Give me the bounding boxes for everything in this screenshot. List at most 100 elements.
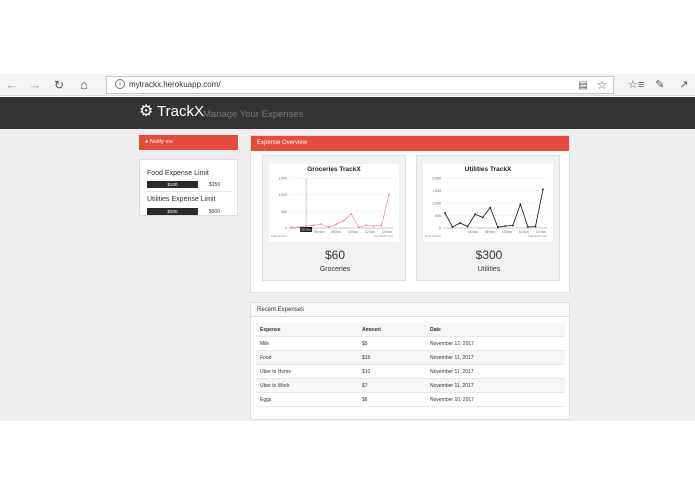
row-amount: $15 <box>362 355 371 361</box>
brand-name[interactable]: TrackX <box>157 103 204 121</box>
chart-footer-left: Final Version <box>271 234 288 238</box>
x-tick-label: 08 Nov <box>485 230 496 234</box>
data-point <box>489 206 492 209</box>
utilities-chart: 05001,0001,5002,00006 Nov 08 Nov 10 Nov 12 … <box>425 177 548 239</box>
data-point <box>312 224 315 227</box>
utilities-limit-bar: $200 <box>147 208 198 215</box>
x-tick-label: 08 Nov <box>331 230 342 234</box>
data-point <box>350 213 353 215</box>
groceries-label: Groceries <box>319 266 351 273</box>
chart-footer-left: Final Version <box>425 234 442 238</box>
food-limit-bar: $100 <box>147 181 198 188</box>
table-row[interactable]: Uber to Work $7 November 11, 2017 <box>256 379 565 393</box>
data-point <box>527 226 529 228</box>
data-point <box>481 216 484 219</box>
groceries-panel: Groceries TrackX 0 500 1,000 1,500 06 Nov 08 … <box>262 155 406 281</box>
x-tick-label: 10 Nov <box>348 230 359 234</box>
column-header-expense[interactable]: Expense <box>260 323 281 337</box>
expense-limits-card: Food Expense Limit $100 $150 Utilities E… <box>139 159 238 216</box>
brand-tagline: Manage Your Expenses <box>203 109 304 120</box>
row-amount: $6 <box>362 397 368 403</box>
forward-arrow-icon[interactable]: → <box>27 77 43 93</box>
food-limit-max: $150 <box>209 182 221 188</box>
row-expense: Food <box>260 355 272 361</box>
data-point <box>519 203 522 206</box>
data-point <box>388 193 390 196</box>
address-bar[interactable]: i mytrackx.herokuapp.com/ ▤ ☆ <box>106 76 614 94</box>
data-point <box>357 226 360 229</box>
column-header-amount[interactable]: Amount <box>362 323 381 337</box>
groceries-chart-box: Groceries TrackX 0 500 1,000 1,500 06 Nov 08 … <box>269 164 399 242</box>
favorites-hub-icon[interactable]: ☆≡ <box>628 77 644 93</box>
data-point <box>534 225 537 228</box>
overview-title: Expense Overview <box>251 136 569 151</box>
recent-expenses-card: Recent Expenses Expense Amount Date Milk… <box>250 302 570 420</box>
table-row[interactable]: Food $15 November 11, 2017 <box>256 351 565 365</box>
data-point <box>373 225 375 227</box>
y-tick-label: 1,000 <box>278 193 287 197</box>
row-date: November 11, 2017 <box>430 355 474 361</box>
row-expense: Uber to Work <box>260 383 290 389</box>
star-icon[interactable]: ☆ <box>594 77 610 93</box>
y-tick-label: 1,000 <box>432 202 441 206</box>
refresh-icon[interactable]: ↻ <box>51 77 67 93</box>
alert-icon: ● <box>145 139 149 145</box>
utilities-limit-label: Utilities Expense Limit <box>147 196 216 203</box>
data-point <box>380 224 383 227</box>
tooltip-label: 05 Nov <box>301 228 311 232</box>
y-tick-label: 1,500 <box>278 177 287 181</box>
utilities-panel: Utilities TrackX 0 500 1,000 1,500 2,000 06 N… <box>416 155 560 281</box>
data-point <box>320 223 323 225</box>
page-body: ● Notify me Food Expense Limit $100 $150… <box>0 129 695 421</box>
data-point <box>290 226 292 229</box>
groceries-amount: $60 <box>324 248 346 262</box>
x-tick-label: 10 Nov <box>502 230 513 234</box>
data-point <box>327 226 330 228</box>
data-point <box>474 213 477 216</box>
table-row[interactable]: Eggs $6 November 10, 2017 <box>256 393 565 407</box>
reading-view-icon[interactable]: ▤ <box>575 78 591 94</box>
data-point <box>511 224 514 227</box>
url-text: mytrackx.herokuapp.com/ <box>129 80 221 89</box>
data-point <box>297 226 300 228</box>
utilities-chart-box: Utilities TrackX 0 500 1,000 1,500 2,000 06 N… <box>423 164 553 242</box>
data-point <box>451 226 454 228</box>
x-tick-label: 06 Nov <box>468 230 479 234</box>
home-icon[interactable]: ⌂ <box>76 77 92 93</box>
row-expense: Uber to Home <box>260 369 292 375</box>
row-expense: Eggs <box>260 397 272 403</box>
data-point <box>444 212 446 214</box>
table-row[interactable]: Uber to Home $10 November 11, 2017 <box>256 365 565 379</box>
browser-toolbar: ← → ↻ ⌂ i mytrackx.herokuapp.com/ ▤ ☆ ☆≡… <box>0 74 695 96</box>
data-point <box>496 226 499 229</box>
food-limit-label: Food Expense Limit <box>147 170 209 177</box>
recent-expenses-table: Expense Amount Date Milk $5 November 12,… <box>256 323 565 407</box>
pen-icon[interactable]: ✎ <box>652 77 668 93</box>
column-header-date[interactable]: Date <box>430 323 441 337</box>
data-point <box>466 225 469 228</box>
chart-footer-right: CanvasJS.com <box>528 234 547 238</box>
utilities-label: Utilities <box>477 266 501 273</box>
row-date: November 10, 2017 <box>430 397 474 403</box>
back-arrow-icon[interactable]: ← <box>4 77 20 93</box>
x-tick-label: 06 Nov <box>314 230 325 234</box>
info-icon[interactable]: i <box>115 79 125 89</box>
share-icon[interactable]: ↗ <box>676 77 692 93</box>
series-line <box>290 194 390 228</box>
table-header-row: Expense Amount Date <box>256 323 565 337</box>
notify-label: Notify me <box>149 139 174 145</box>
notify-button[interactable]: ● Notify me <box>139 135 238 150</box>
table-row[interactable]: Milk $5 November 12, 2017 <box>256 337 565 351</box>
expense-overview-card: Expense Overview Groceries TrackX 0 500 1,… <box>250 135 570 293</box>
row-date: November 11, 2017 <box>430 383 474 389</box>
series-line <box>444 189 544 228</box>
chart-footer-right: CanvasJS.com <box>374 234 393 238</box>
data-point <box>342 219 345 222</box>
data-point <box>504 225 507 227</box>
y-tick-label: 1,500 <box>432 189 441 193</box>
divider <box>147 191 232 192</box>
y-tick-label: 0 <box>439 227 441 231</box>
y-tick-label: 500 <box>435 214 441 218</box>
row-date: November 11, 2017 <box>430 369 474 375</box>
row-amount: $10 <box>362 369 371 375</box>
